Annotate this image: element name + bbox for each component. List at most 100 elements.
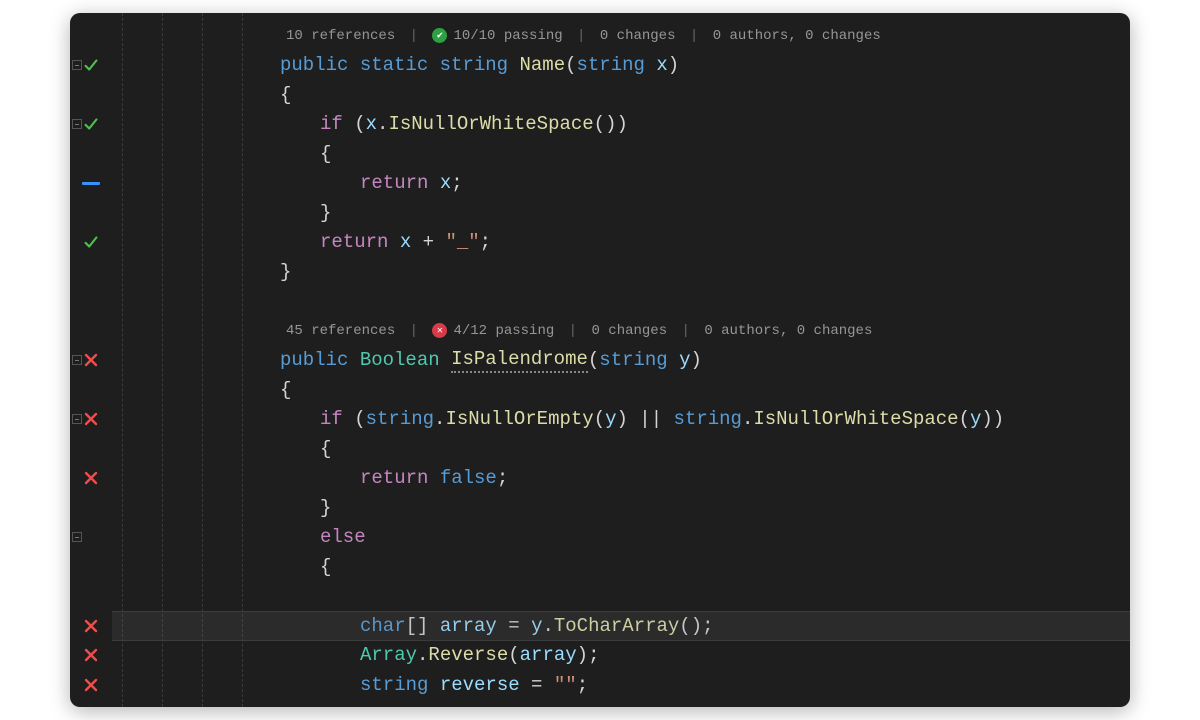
test-fail-icon <box>84 619 98 633</box>
identifier: x <box>440 172 451 194</box>
code-line[interactable]: { <box>112 139 1130 169</box>
code-line[interactable]: { <box>112 375 1130 405</box>
keyword: public <box>280 54 348 76</box>
gutter-line <box>70 552 112 582</box>
codelens-row[interactable]: 45 references | ✕ 4/12 passing | 0 chang… <box>112 316 1130 346</box>
type-name: Boolean <box>360 349 440 371</box>
fold-icon[interactable] <box>72 355 82 365</box>
fold-icon[interactable] <box>72 60 82 70</box>
keyword: string <box>599 349 667 371</box>
gutter-line <box>70 198 112 228</box>
code-line[interactable]: if (x.IsNullOrWhiteSpace()) <box>112 110 1130 140</box>
fold-icon[interactable] <box>72 414 82 424</box>
codelens-authors[interactable]: 0 authors, 0 changes <box>704 323 872 339</box>
keyword: public <box>280 349 348 371</box>
gutter-line <box>70 405 112 435</box>
identifier: x <box>400 231 411 253</box>
separator: | <box>560 323 585 339</box>
codelens-authors[interactable]: 0 authors, 0 changes <box>713 28 881 44</box>
gutter-line <box>70 611 112 641</box>
method-name: Name <box>519 54 565 76</box>
fold-icon[interactable] <box>72 532 82 542</box>
keyword: string <box>577 54 645 76</box>
separator: | <box>673 323 698 339</box>
method-name: ToCharArray <box>554 615 679 637</box>
keyword: else <box>320 526 366 548</box>
code-line[interactable]: } <box>112 493 1130 523</box>
separator: | <box>401 28 426 44</box>
separator: | <box>569 28 594 44</box>
keyword: return <box>320 231 388 253</box>
code-line[interactable]: return false; <box>112 464 1130 494</box>
code-line[interactable]: if (string.IsNullOrEmpty(y) || string.Is… <box>112 405 1130 435</box>
codelens-changes[interactable]: 0 changes <box>600 28 676 44</box>
test-fail-icon <box>84 471 98 485</box>
identifier: y <box>605 408 616 430</box>
keyword: char <box>360 615 406 637</box>
code-line[interactable]: else <box>112 523 1130 553</box>
codelens-references[interactable]: 10 references <box>286 28 395 44</box>
code-line[interactable]: public static string Name(string x) <box>112 51 1130 81</box>
type-name: Array <box>360 644 417 666</box>
method-name: Reverse <box>428 644 508 666</box>
method-name: IsPalendrome <box>451 348 588 373</box>
gutter-line <box>70 80 112 110</box>
code-area[interactable]: 10 references | ✔ 10/10 passing | 0 chan… <box>112 13 1130 707</box>
code-editor[interactable]: 10 references | ✔ 10/10 passing | 0 chan… <box>70 13 1130 707</box>
code-line[interactable]: string reverse = ""; <box>112 670 1130 700</box>
separator: | <box>401 323 426 339</box>
code-line[interactable]: { <box>112 80 1130 110</box>
test-pass-icon <box>82 56 100 74</box>
codelens-changes[interactable]: 0 changes <box>591 323 667 339</box>
method-name: IsNullOrWhiteSpace <box>753 408 958 430</box>
keyword: string <box>440 54 508 76</box>
codelens-tests[interactable]: 4/12 passing <box>453 323 554 339</box>
code-line[interactable]: } <box>112 198 1130 228</box>
keyword: return <box>360 172 428 194</box>
identifier: y <box>531 615 542 637</box>
string-literal: "_" <box>445 231 479 253</box>
code-line[interactable]: { <box>112 434 1130 464</box>
identifier: array <box>520 644 577 666</box>
gutter-line <box>70 169 112 199</box>
gutter-line <box>70 375 112 405</box>
gutter-line <box>70 464 112 494</box>
identifier: reverse <box>440 674 520 696</box>
gutter-line <box>70 139 112 169</box>
fold-icon[interactable] <box>72 119 82 129</box>
gutter-line <box>70 434 112 464</box>
param: x <box>656 54 667 76</box>
code-line-current[interactable]: char[] array = y.ToCharArray(); <box>112 611 1130 641</box>
codelens-tests[interactable]: 10/10 passing <box>453 28 562 44</box>
gutter-line <box>70 51 112 81</box>
code-line[interactable]: return x; <box>112 169 1130 199</box>
keyword: string <box>674 408 742 430</box>
code-line[interactable] <box>112 582 1130 612</box>
gutter-line <box>70 641 112 671</box>
code-line[interactable]: } <box>112 257 1130 287</box>
code-line[interactable]: public Boolean IsPalendrome(string y) <box>112 346 1130 376</box>
gutter-line <box>70 316 112 346</box>
identifier: y <box>970 408 981 430</box>
test-fail-icon <box>84 353 98 367</box>
code-line[interactable]: return x + "_"; <box>112 228 1130 258</box>
separator: | <box>682 28 707 44</box>
codelens-row[interactable]: 10 references | ✔ 10/10 passing | 0 chan… <box>112 21 1130 51</box>
test-pass-icon <box>82 233 100 251</box>
keyword: return <box>360 467 428 489</box>
param: y <box>679 349 690 371</box>
code-line[interactable]: Array.Reverse(array); <box>112 641 1130 671</box>
gutter-line <box>70 257 112 287</box>
gutter-line <box>70 110 112 140</box>
gutter-line <box>70 287 112 317</box>
test-fail-icon: ✕ <box>432 323 447 338</box>
string-literal: "" <box>554 674 577 696</box>
test-pass-icon: ✔ <box>432 28 447 43</box>
keyword: string <box>360 674 428 696</box>
identifier: array <box>440 615 497 637</box>
test-fail-icon <box>84 412 98 426</box>
codelens-references[interactable]: 45 references <box>286 323 395 339</box>
code-line[interactable] <box>112 287 1130 317</box>
coverage-bar-icon <box>82 182 100 185</box>
code-line[interactable]: { <box>112 552 1130 582</box>
